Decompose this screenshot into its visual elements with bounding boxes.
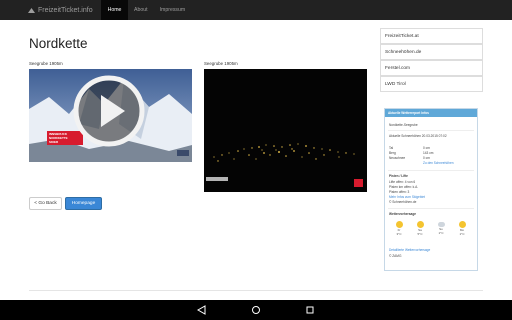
play-icon[interactable] — [73, 75, 145, 147]
snow-row-label: Neuschnee — [389, 156, 406, 160]
top-navbar: FreizeitTicket.info Home About Impressum — [0, 0, 512, 20]
sun-icon — [395, 221, 403, 228]
webcam-2-image[interactable] — [204, 69, 367, 192]
recents-nav-icon[interactable] — [305, 305, 315, 315]
webcam-1-label: Seegrube 1905m — [29, 61, 63, 66]
location-label: Nordkette-Seegrube — [389, 123, 418, 127]
webcam-2-label: Seegrube 1905m — [204, 61, 238, 66]
android-nav-bar — [0, 300, 512, 320]
snow-row-value: 0 cm — [423, 156, 430, 160]
nav-home[interactable]: Home — [101, 0, 128, 20]
night-city-image — [204, 69, 367, 192]
sun-icon — [416, 221, 424, 228]
forecast-day: Mo 1°C — [454, 221, 470, 236]
forecast-day: Fr 3°C — [391, 221, 407, 236]
webcam-1-video[interactable]: INNSBRUCK NORDKETTE SKIER — [29, 69, 192, 162]
snow-row-label: Berg — [389, 151, 396, 155]
brand-label: FreizeitTicket.info — [38, 6, 93, 14]
nav-impressum[interactable]: Impressum — [154, 0, 192, 20]
slopes-line: Pisten offen: 3 — [389, 190, 410, 194]
slopes-line: Lifte offen: 4 von 6 — [389, 180, 416, 184]
snow-row-value: 143 cm — [423, 151, 434, 155]
snow-row-label: Tal — [389, 146, 394, 150]
sidebar-link-lwd-tirol[interactable]: LWD Tirol — [380, 76, 483, 92]
homepage-button[interactable]: Homepage — [65, 197, 102, 210]
nav-about[interactable]: About — [128, 0, 154, 20]
back-nav-icon[interactable] — [197, 305, 207, 315]
footer-divider — [29, 290, 483, 291]
weather-heading: Wettervorhersage — [389, 212, 417, 216]
forecast-day: Sa 5°C — [412, 221, 428, 236]
slopes-link[interactable]: Mehr Infos zum Skigebiet — [389, 195, 425, 199]
snow-link[interactable]: Zu den Schneehöhen — [423, 161, 453, 165]
snow-report-widget: Aktuelle Wetterreport Infos Nordkette-Se… — [384, 108, 478, 271]
sidebar-link-schneehoehen[interactable]: Schneehöhen.de — [380, 44, 483, 60]
snow-updated: Aktuelle Schneehöhen 20.03.2015 07:02 — [389, 134, 447, 138]
forecast-day: So 1°C — [433, 221, 449, 235]
home-nav-icon[interactable] — [251, 305, 261, 315]
weather-source: © ZAMG — [389, 254, 402, 258]
snow-row-value: 0 cm — [423, 146, 430, 150]
page-title: Nordkette — [29, 36, 88, 51]
slopes-line: Pisten km offen: k.A. — [389, 185, 419, 189]
slopes-source: © Schneehöhen.de — [389, 200, 417, 204]
sidebar-link-freizeitticket[interactable]: FreizeitTicket.at — [380, 28, 483, 44]
brand[interactable]: FreizeitTicket.info — [0, 0, 101, 20]
weather-link[interactable]: Detaillierte Wettervorhersage — [389, 248, 430, 252]
widget-heading: Aktuelle Wetterreport Infos — [385, 109, 477, 117]
sidebar-link-ferstel[interactable]: Ferstel.com — [380, 60, 483, 76]
sun-icon — [458, 221, 466, 228]
go-back-button[interactable]: < Go Back — [29, 197, 62, 210]
webcam-icon — [28, 7, 35, 13]
slopes-heading: Pisten / Lifte — [389, 174, 408, 178]
